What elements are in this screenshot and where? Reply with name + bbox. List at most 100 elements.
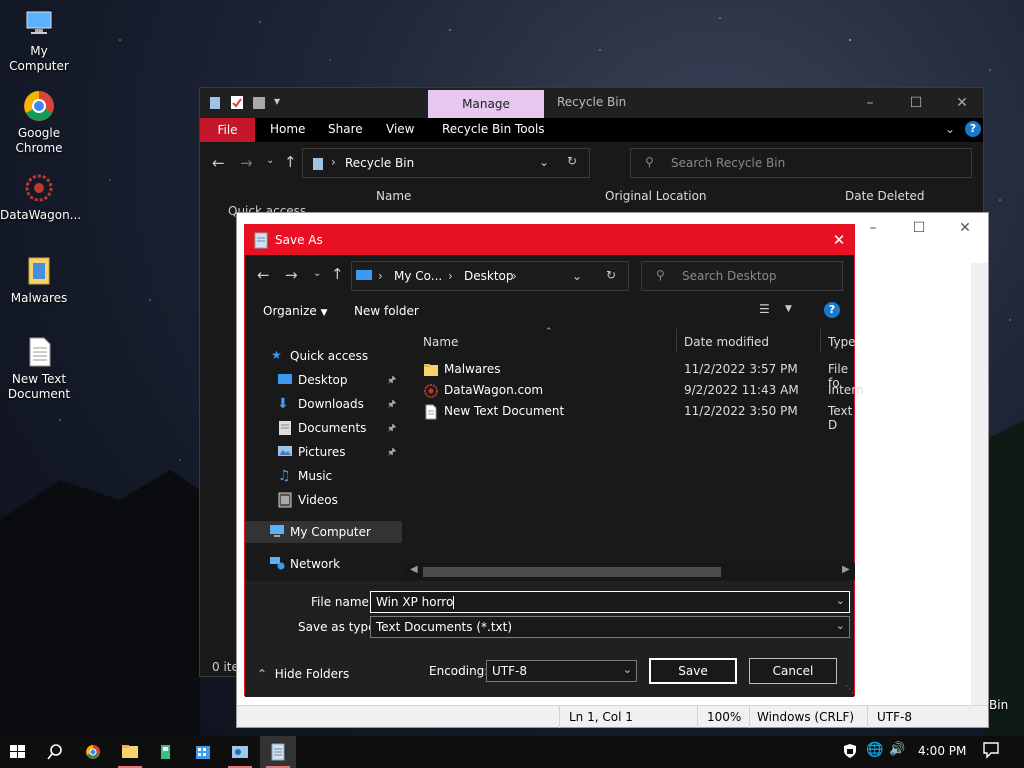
refresh-icon[interactable]: ↻ — [567, 154, 577, 168]
breadcrumb-my-computer[interactable]: My Co... — [394, 269, 442, 283]
view-options-icon[interactable]: ☰ — [759, 302, 770, 316]
tab-recycle-bin-tools[interactable]: Recycle Bin Tools — [442, 122, 545, 136]
breadcrumb-desktop[interactable]: Desktop — [464, 269, 514, 283]
clock-time[interactable]: 4:00 PM — [918, 744, 966, 758]
organize-button[interactable]: Organize ▼ — [263, 304, 328, 318]
maximize-icon[interactable]: ☐ — [896, 213, 942, 243]
column-name[interactable]: Name — [423, 335, 458, 349]
desktop-icon-malwares[interactable]: Malwares — [0, 255, 78, 306]
help-icon[interactable]: ? — [824, 302, 840, 318]
forward-icon[interactable]: → — [240, 154, 253, 172]
column-date-modified[interactable]: Date modified — [684, 335, 769, 349]
volume-icon[interactable]: 🔊 — [889, 742, 905, 757]
encoding-select[interactable]: UTF-8 ⌄ — [486, 660, 637, 682]
network-globe-icon[interactable]: 🌐 — [866, 742, 883, 758]
taskbar-app[interactable] — [222, 736, 258, 768]
column-original-location[interactable]: Original Location — [605, 189, 707, 203]
file-row-datawagon[interactable]: DataWagon.com 9/2/2022 11:43 AM Intern — [405, 380, 864, 401]
tab-file[interactable]: File — [200, 118, 255, 142]
network-icon — [269, 556, 285, 572]
save-as-type-select[interactable]: Text Documents (*.txt) ⌄ — [370, 616, 850, 638]
sidebar-item-network[interactable]: Network — [245, 553, 402, 575]
tab-home[interactable]: Home — [270, 122, 305, 136]
chevron-down-icon[interactable]: ▼ — [785, 304, 792, 314]
chevron-down-icon[interactable]: ⌄ — [539, 155, 549, 169]
sidebar-item-label: Desktop — [298, 373, 348, 387]
sidebar-item-videos[interactable]: Videos — [245, 489, 402, 511]
save-as-dialog[interactable]: Save As ✕ ← → ⌄ ↑ › My Co... › Desktop ›… — [244, 224, 864, 697]
file-row-new-text-document[interactable]: New Text Document 11/2/2022 3:50 PM Text… — [405, 401, 855, 432]
file-row-malwares[interactable]: Malwares 11/2/2022 3:57 PM File fo — [405, 359, 855, 390]
customize-toolbar-icon[interactable]: ▾ — [274, 94, 288, 110]
close-icon[interactable]: ✕ — [939, 88, 985, 118]
desktop-icon-new-text-document[interactable]: New Text Document — [0, 336, 78, 402]
sidebar-item-documents[interactable]: Documents 🖈 — [245, 417, 402, 439]
taskbar-chrome[interactable] — [75, 736, 111, 768]
minimize-icon[interactable]: – — [847, 88, 893, 118]
sidebar-item-quick-access[interactable]: ★ Quick access — [245, 345, 402, 367]
close-icon[interactable]: ✕ — [942, 213, 988, 243]
taskbar-app[interactable] — [185, 736, 221, 768]
column-divider[interactable] — [676, 329, 677, 353]
new-folder-icon[interactable] — [252, 94, 266, 110]
divider — [697, 706, 698, 728]
taskbar-app[interactable] — [148, 736, 184, 768]
start-button[interactable] — [0, 736, 36, 768]
maximize-icon[interactable]: ☐ — [893, 88, 939, 118]
scroll-left-icon[interactable]: ◀ — [410, 564, 418, 575]
desktop-icon-datawagon[interactable]: DataWagon... — [0, 172, 81, 223]
desktop-icon-google-chrome[interactable]: Google Chrome — [0, 90, 78, 156]
refresh-icon[interactable]: ↻ — [606, 268, 616, 282]
sidebar-item-my-computer[interactable]: My Computer — [245, 521, 402, 543]
column-date-deleted[interactable]: Date Deleted — [845, 189, 925, 203]
security-icon[interactable] — [842, 743, 858, 762]
column-divider[interactable] — [820, 329, 821, 353]
title-bar[interactable]: ▾ Manage Recycle Bin – ☐ ✕ — [200, 88, 983, 118]
back-icon[interactable]: ← — [212, 154, 225, 172]
recent-locations-icon[interactable]: ⌄ — [266, 155, 274, 166]
help-icon[interactable]: ? — [965, 121, 981, 137]
hide-folders-button[interactable]: ⌃ Hide Folders — [257, 667, 349, 681]
address-bar[interactable]: › Recycle Bin ⌄ ↻ — [302, 148, 590, 178]
resize-grip-icon[interactable]: ⋱ — [845, 685, 854, 695]
close-icon[interactable]: ✕ — [824, 225, 854, 255]
tab-manage[interactable]: Manage — [428, 90, 544, 118]
desktop-icon-my-computer[interactable]: My Computer — [0, 8, 78, 74]
up-icon[interactable]: ↑ — [331, 265, 344, 283]
pin-icon: 🖈 — [387, 447, 397, 458]
title-bar[interactable]: Save As ✕ — [245, 225, 854, 255]
forward-icon[interactable]: → — [285, 266, 298, 284]
new-folder-button[interactable]: New folder — [354, 304, 419, 318]
back-icon[interactable]: ← — [257, 266, 270, 284]
taskbar-notepad[interactable] — [260, 736, 296, 768]
chevron-down-icon[interactable]: ⌄ — [572, 269, 582, 283]
sidebar-item-downloads[interactable]: ⬇ Downloads 🖈 — [245, 393, 402, 415]
recent-locations-icon[interactable]: ⌄ — [313, 268, 321, 279]
sidebar-item-music[interactable]: ♫ Music — [245, 465, 402, 487]
scrollbar-thumb[interactable] — [423, 567, 721, 577]
tab-share[interactable]: Share — [328, 122, 363, 136]
chevron-right-icon: › — [331, 155, 336, 169]
properties-icon[interactable] — [230, 94, 244, 110]
cancel-button[interactable]: Cancel — [749, 658, 837, 684]
up-icon[interactable]: ↑ — [284, 153, 297, 171]
search-button[interactable] — [37, 736, 73, 768]
address-bar[interactable]: › My Co... › Desktop › ⌄ ↻ — [351, 261, 629, 291]
scroll-right-icon[interactable]: ▶ — [842, 564, 850, 575]
column-type[interactable]: Type — [828, 335, 856, 349]
tab-view[interactable]: View — [386, 122, 414, 136]
search-input[interactable]: ⚲ Search Desktop — [641, 261, 843, 291]
chevron-down-icon[interactable]: ⌄ — [836, 594, 845, 607]
file-name-input[interactable]: Win XP horro ⌄ — [370, 591, 850, 613]
notifications-icon[interactable] — [982, 741, 1000, 762]
horizontal-scrollbar[interactable]: ◀ ▶ — [405, 563, 855, 580]
vertical-scrollbar[interactable] — [971, 263, 988, 707]
sidebar-item-pictures[interactable]: Pictures 🖈 — [245, 441, 402, 463]
save-button[interactable]: Save — [649, 658, 737, 684]
sidebar-item-desktop[interactable]: Desktop 🖈 — [245, 369, 402, 391]
search-input[interactable]: ⚲ Search Recycle Bin — [630, 148, 972, 178]
minimize-icon[interactable]: – — [850, 213, 896, 243]
column-name[interactable]: Name — [376, 189, 411, 203]
taskbar-file-explorer[interactable] — [112, 736, 148, 768]
collapse-ribbon-icon[interactable]: ⌄ — [945, 122, 955, 136]
